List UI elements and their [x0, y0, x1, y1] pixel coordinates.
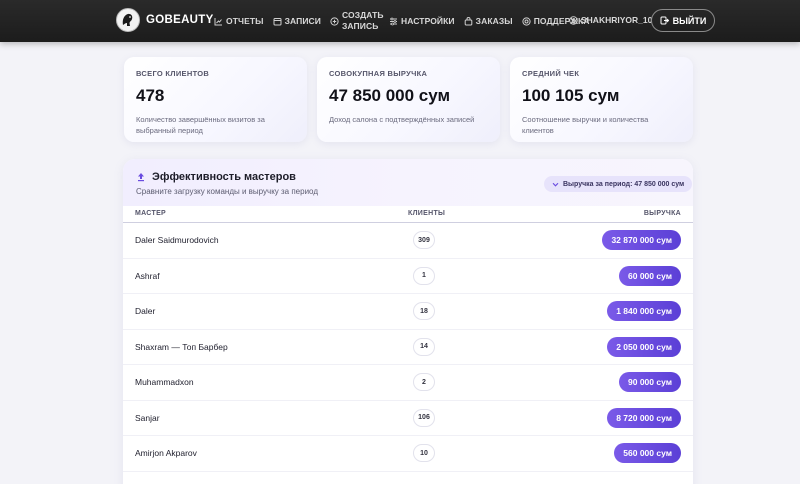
- revenue-badge: 32 870 000 сум: [602, 230, 681, 250]
- master-name: Muhammadxon: [135, 377, 194, 387]
- revenue-badge: 560 000 сум: [614, 443, 681, 463]
- table-header: МАСТЕР КЛИЕНТЫ ВЫРУЧКА: [123, 206, 693, 223]
- table-row[interactable]: Muhammadxon 2 90 000 сум: [123, 365, 693, 401]
- logout-icon: [660, 16, 669, 25]
- period-revenue-badge[interactable]: Выручка за период: 47 850 000 сум: [544, 176, 693, 192]
- stat-card-title: ВСЕГО КЛИЕНТОВ: [136, 69, 210, 78]
- logout-button[interactable]: ВЫЙТИ: [651, 9, 715, 32]
- user-profile[interactable]: SHAKHRIYOR_10: [569, 15, 652, 25]
- nav-item-create-appointment[interactable]: СОЗДАТЬ ЗАПИСЬ: [330, 10, 384, 32]
- clients-count-badge: 106: [413, 408, 435, 427]
- master-name: Daler: [135, 306, 156, 316]
- brand[interactable]: GOBEAUTY: [116, 8, 214, 32]
- calendar-icon: [273, 17, 282, 25]
- brand-name: GOBEAUTY: [146, 14, 214, 26]
- panel-header: Эффективность мастеров Сравните загрузку…: [123, 159, 693, 206]
- table-row[interactable]: Shaxram — Топ Барбер 14 2 050 000 сум: [123, 330, 693, 365]
- stat-card-value: 47 850 000 сум: [329, 86, 451, 105]
- panel-title-text: Эффективность мастеров: [152, 171, 296, 183]
- stat-card-description: Количество завершённых визитов за выбран…: [136, 115, 265, 135]
- panel-title: Эффективность мастеров: [136, 171, 296, 183]
- table-row[interactable]: Ashraf 1 60 000 сум: [123, 259, 693, 294]
- period-revenue-text: Выручка за период: 47 850 000 сум: [563, 180, 685, 188]
- nav-item-reports[interactable]: ОТЧЕТЫ: [214, 16, 264, 26]
- master-name: Daler Saidmurodovich: [135, 235, 219, 245]
- stat-card-value: 100 105 сум: [522, 86, 620, 105]
- clients-count-badge: 10: [413, 444, 435, 462]
- nav-item-label: ЗАКАЗЫ: [475, 16, 513, 26]
- top-navbar: GOBEAUTY ОТЧЕТЫ ЗАПИСИ СОЗДАТЬ ЗАПИСЬ НА…: [0, 0, 800, 42]
- clients-count-badge: 14: [413, 337, 435, 356]
- clients-count-badge: 2: [413, 373, 435, 391]
- upload-icon: [138, 173, 144, 182]
- masters-performance-panel: Эффективность мастеров Сравните загрузку…: [123, 159, 693, 484]
- stat-card-value: 478: [136, 86, 165, 105]
- stat-card-total-clients: ВСЕГО КЛИЕНТОВ 478 Количество завершённы…: [124, 57, 307, 142]
- user-icon: [569, 15, 578, 25]
- table-row[interactable]: Daler 18 1 840 000 сум: [123, 294, 693, 330]
- logout-label: ВЫЙТИ: [672, 15, 707, 26]
- revenue-badge: 1 840 000 сум: [607, 301, 681, 321]
- stat-card-title: СРЕДНИЙ ЧЕК: [522, 69, 580, 78]
- revenue-badge: 60 000 сум: [619, 265, 681, 286]
- stat-card-title: СОВОКУПНАЯ ВЫРУЧКА: [329, 69, 428, 78]
- master-name: Sanjar: [135, 412, 160, 423]
- nav-item-settings[interactable]: НАСТРОЙКИ: [389, 16, 455, 26]
- clients-count-badge: 18: [413, 302, 435, 320]
- master-name: Ashraf: [135, 270, 160, 281]
- plus-circle-icon: [330, 16, 339, 26]
- table-row[interactable]: Daler Saidmurodovich 309 32 870 000 сум: [123, 223, 693, 259]
- clients-count-badge: 309: [413, 231, 435, 249]
- column-header-clients[interactable]: КЛИЕНТЫ: [408, 210, 445, 217]
- nav-item-label: ОТЧЕТЫ: [226, 16, 264, 26]
- master-name: Shaxram — Топ Барбер: [135, 341, 228, 352]
- panel-subtitle: Сравните загрузку команды и выручку за п…: [136, 187, 318, 196]
- brand-logo-icon: [116, 8, 140, 32]
- chart-icon: [214, 17, 222, 25]
- username: SHAKHRIYOR_10: [581, 15, 653, 25]
- support-icon: [522, 16, 531, 26]
- nav-item-label: НАСТРОЙКИ: [400, 16, 455, 26]
- chevron-down-icon: [552, 182, 559, 187]
- revenue-badge: 8 720 000 сум: [607, 407, 681, 428]
- table-row[interactable]: Amirjon Akparov 10 560 000 сум: [123, 436, 693, 472]
- bag-icon: [464, 16, 472, 25]
- nav-item-label: ЗАПИСИ: [284, 16, 321, 26]
- revenue-badge: 90 000 сум: [619, 372, 681, 392]
- column-header-master[interactable]: МАСТЕР: [135, 210, 166, 217]
- nav-item-orders[interactable]: ЗАКАЗЫ: [464, 16, 513, 26]
- stat-card-average-check: СРЕДНИЙ ЧЕК 100 105 сум Соотношение выру…: [510, 57, 693, 142]
- stat-card-total-revenue: СОВОКУПНАЯ ВЫРУЧКА 47 850 000 сум Доход …: [317, 57, 500, 142]
- stat-card-description: Соотношение выручки и количества клиенто…: [522, 115, 649, 135]
- clients-count-badge: 1: [413, 266, 435, 285]
- revenue-badge: 2 050 000 сум: [607, 336, 681, 357]
- main-nav: ОТЧЕТЫ ЗАПИСИ СОЗДАТЬ ЗАПИСЬ НАСТРОЙКИ З…: [214, 0, 599, 42]
- column-header-revenue[interactable]: ВЫРУЧКА: [644, 210, 681, 217]
- stat-card-description: Доход салона с подтверждённых записей: [329, 115, 475, 124]
- nav-item-label: СОЗДАТЬ ЗАПИСЬ: [341, 10, 384, 31]
- table-row[interactable]: Sanjar 106 8 720 000 сум: [123, 401, 693, 436]
- master-name: Amirjon Akparov: [135, 448, 197, 458]
- settings-icon: [389, 17, 397, 25]
- nav-item-appointments[interactable]: ЗАПИСИ: [273, 16, 321, 26]
